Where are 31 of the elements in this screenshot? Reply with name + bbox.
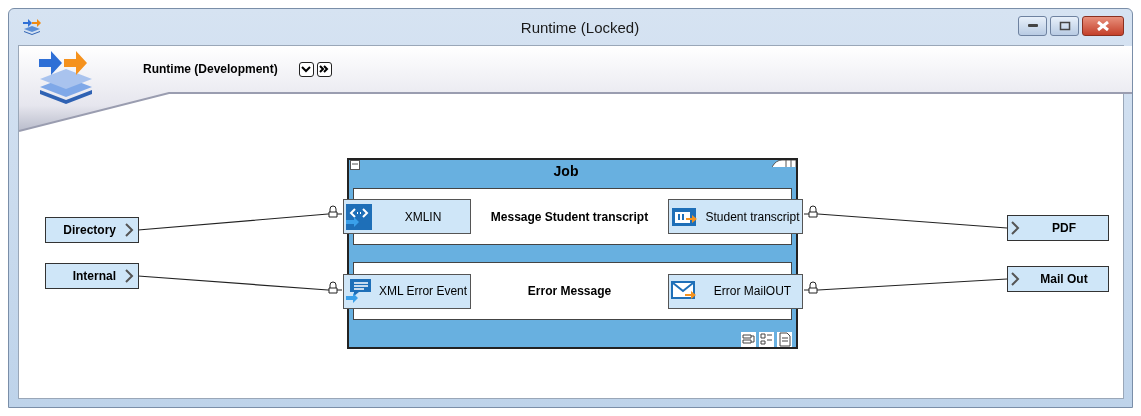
chevron-icon bbox=[1010, 271, 1020, 287]
app-icon bbox=[22, 18, 42, 36]
output-node[interactable]: Mail Out bbox=[1007, 266, 1109, 292]
chevron-icon bbox=[124, 222, 134, 238]
page-icon[interactable] bbox=[777, 332, 792, 347]
step-node[interactable]: Student transcript bbox=[668, 199, 803, 235]
header-title: Runtime (Development) bbox=[143, 62, 278, 76]
close-button[interactable] bbox=[1082, 16, 1124, 36]
minimize-button[interactable] bbox=[1018, 16, 1047, 36]
double-chevron-icon bbox=[319, 65, 330, 73]
caret-icon bbox=[301, 65, 312, 73]
corner-tab-icon bbox=[772, 160, 796, 168]
step-node[interactable]: XML Error Event bbox=[343, 273, 471, 309]
close-icon bbox=[1096, 21, 1110, 31]
chevron-icon bbox=[1010, 220, 1020, 236]
input-node[interactable]: Internal bbox=[45, 263, 139, 289]
xml-file-icon bbox=[346, 203, 372, 230]
output-node[interactable]: PDF bbox=[1007, 215, 1109, 241]
message-label: Error Message bbox=[526, 284, 613, 299]
collapse-icon[interactable] bbox=[350, 160, 360, 170]
message-label: Message Student transcript bbox=[489, 209, 650, 224]
message-icon bbox=[346, 278, 372, 305]
minimize-icon bbox=[1026, 23, 1039, 29]
maximize-button[interactable] bbox=[1050, 16, 1079, 36]
chevron-icon bbox=[124, 268, 134, 284]
maximize-icon bbox=[1058, 21, 1071, 31]
window-title: Runtime (Locked) bbox=[519, 18, 641, 36]
step-node[interactable]: XMLIN bbox=[343, 199, 471, 235]
step-node[interactable]: Error MailOUT bbox=[668, 273, 803, 309]
input-node[interactable]: Directory bbox=[45, 217, 139, 243]
job-title: Job bbox=[552, 163, 580, 179]
